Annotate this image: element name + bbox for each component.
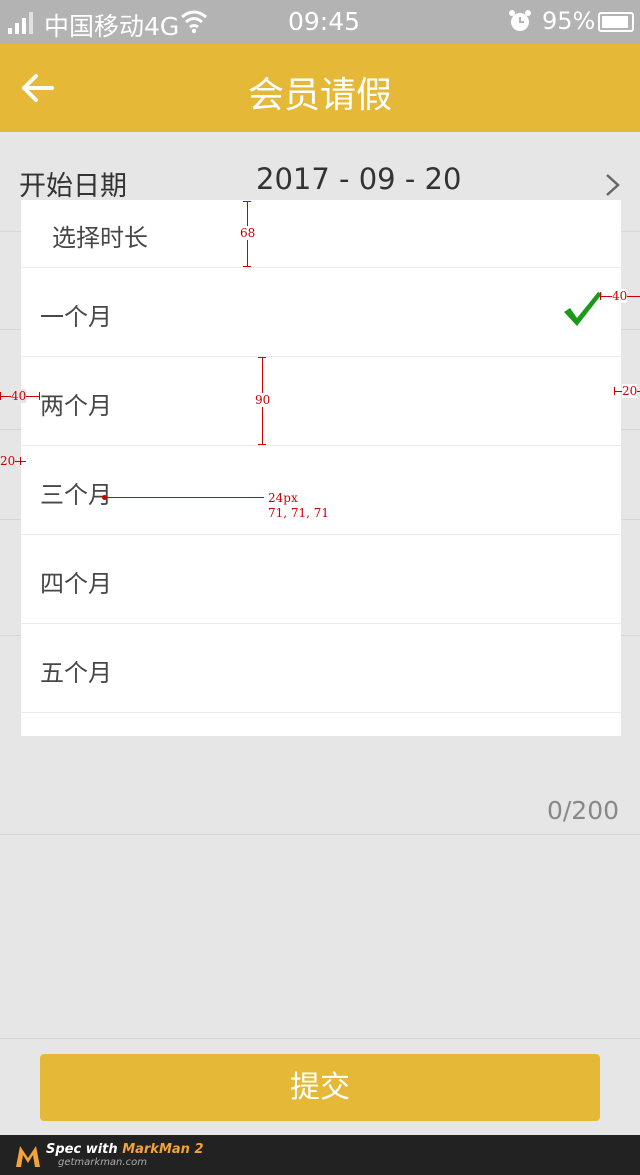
annotation-font-color: 71, 71, 71: [268, 506, 330, 520]
option-label: 五个月: [40, 659, 112, 687]
option-row[interactable]: 三个月: [21, 446, 621, 535]
remarks-counter: 0/200: [546, 796, 619, 825]
option-label: 四个月: [40, 570, 112, 598]
signal-icon: [8, 10, 38, 34]
option-label: 一个月: [40, 303, 112, 331]
annotation-left-margin: 40: [11, 389, 27, 403]
submit-button[interactable]: 提交: [40, 1054, 600, 1121]
annotation-font-size: 24px: [268, 491, 298, 505]
battery-percent: 95%: [542, 7, 596, 35]
divider: [0, 834, 640, 835]
option-row[interactable]: 一个月: [21, 268, 621, 357]
alarm-icon: [509, 10, 531, 31]
check-icon: [564, 292, 602, 326]
option-label: 三个月: [40, 481, 112, 509]
wifi-icon: [181, 10, 207, 34]
start-date-value: 2017 - 09 - 20: [256, 162, 462, 196]
clock: 09:45: [288, 7, 361, 36]
chevron-right-icon: [606, 174, 620, 196]
markman-footer: Spec with MarkMan 2 getmarkman.com: [0, 1135, 640, 1175]
carrier-label: 中国移动4G: [44, 12, 180, 41]
sheet-header: 选择时长: [21, 200, 621, 268]
nav-bar: 会员请假: [0, 44, 640, 132]
annotation-row-height: 90: [255, 393, 271, 407]
status-bar: 中国移动4G 09:45 95%: [0, 0, 640, 44]
divider: [0, 1038, 640, 1039]
markman-logo-icon: [16, 1146, 40, 1167]
annotation-left-small: 20: [0, 454, 16, 468]
option-row[interactable]: 五个月: [21, 624, 621, 713]
page-title: 会员请假: [247, 75, 392, 116]
option-row[interactable]: 两个月: [21, 357, 621, 446]
option-label: 两个月: [40, 392, 112, 420]
sheet-title: 选择时长: [52, 224, 148, 252]
footer-brand: Spec with MarkMan 2: [46, 1142, 204, 1157]
start-date-label: 开始日期: [19, 171, 127, 202]
annotation-right-margin: 40: [612, 289, 628, 303]
battery-icon: [598, 12, 634, 32]
footer-url: getmarkman.com: [58, 1157, 147, 1168]
duration-picker-sheet: 选择时长 一个月 两个月 三个月 四个月 五个月: [21, 200, 621, 736]
option-row[interactable]: 四个月: [21, 535, 621, 624]
annotation-header-height: 68: [240, 226, 256, 240]
annotation-right-small: 20: [622, 384, 638, 398]
